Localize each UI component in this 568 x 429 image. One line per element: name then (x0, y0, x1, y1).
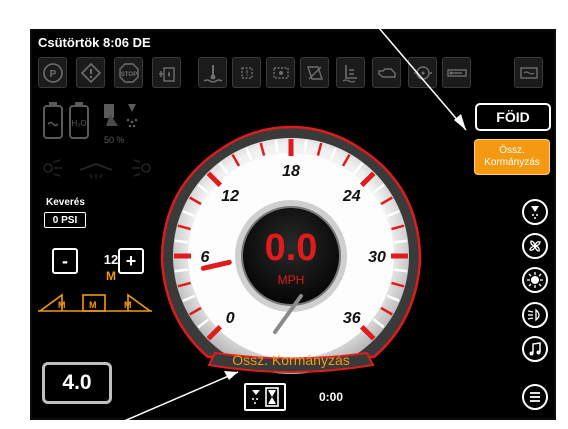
display-screen: Csütörtök 8:06 DE P STOP ! H₂O 50 % Keve… (30, 29, 556, 420)
gauge-minor-tick (174, 239, 189, 244)
speedometer: 0 6 12 18 24 30 36 0.0 MPH Össz. Kormányzás (160, 125, 422, 374)
gauge-scale-label: 6 (201, 249, 210, 266)
gauge-scale-label: 0 (226, 310, 235, 327)
gauge-minor-tick (274, 139, 279, 154)
gauge-scale-label: 30 (368, 249, 386, 266)
speed-value: 0.0 (265, 227, 318, 269)
gauge-status-text: Össz. Kormányzás (232, 351, 349, 368)
gauge-scale-label: 18 (282, 163, 300, 180)
gauge-scale-label: 24 (342, 188, 361, 205)
gauge-minor-tick (393, 239, 408, 244)
gauge-scale-label: 12 (221, 188, 239, 205)
gauge-minor-tick (303, 139, 308, 154)
speed-unit: MPH (278, 273, 305, 287)
gauge-scale-label: 36 (343, 310, 361, 327)
gauge-minor-tick (174, 268, 189, 273)
gauge-minor-tick (393, 268, 408, 273)
